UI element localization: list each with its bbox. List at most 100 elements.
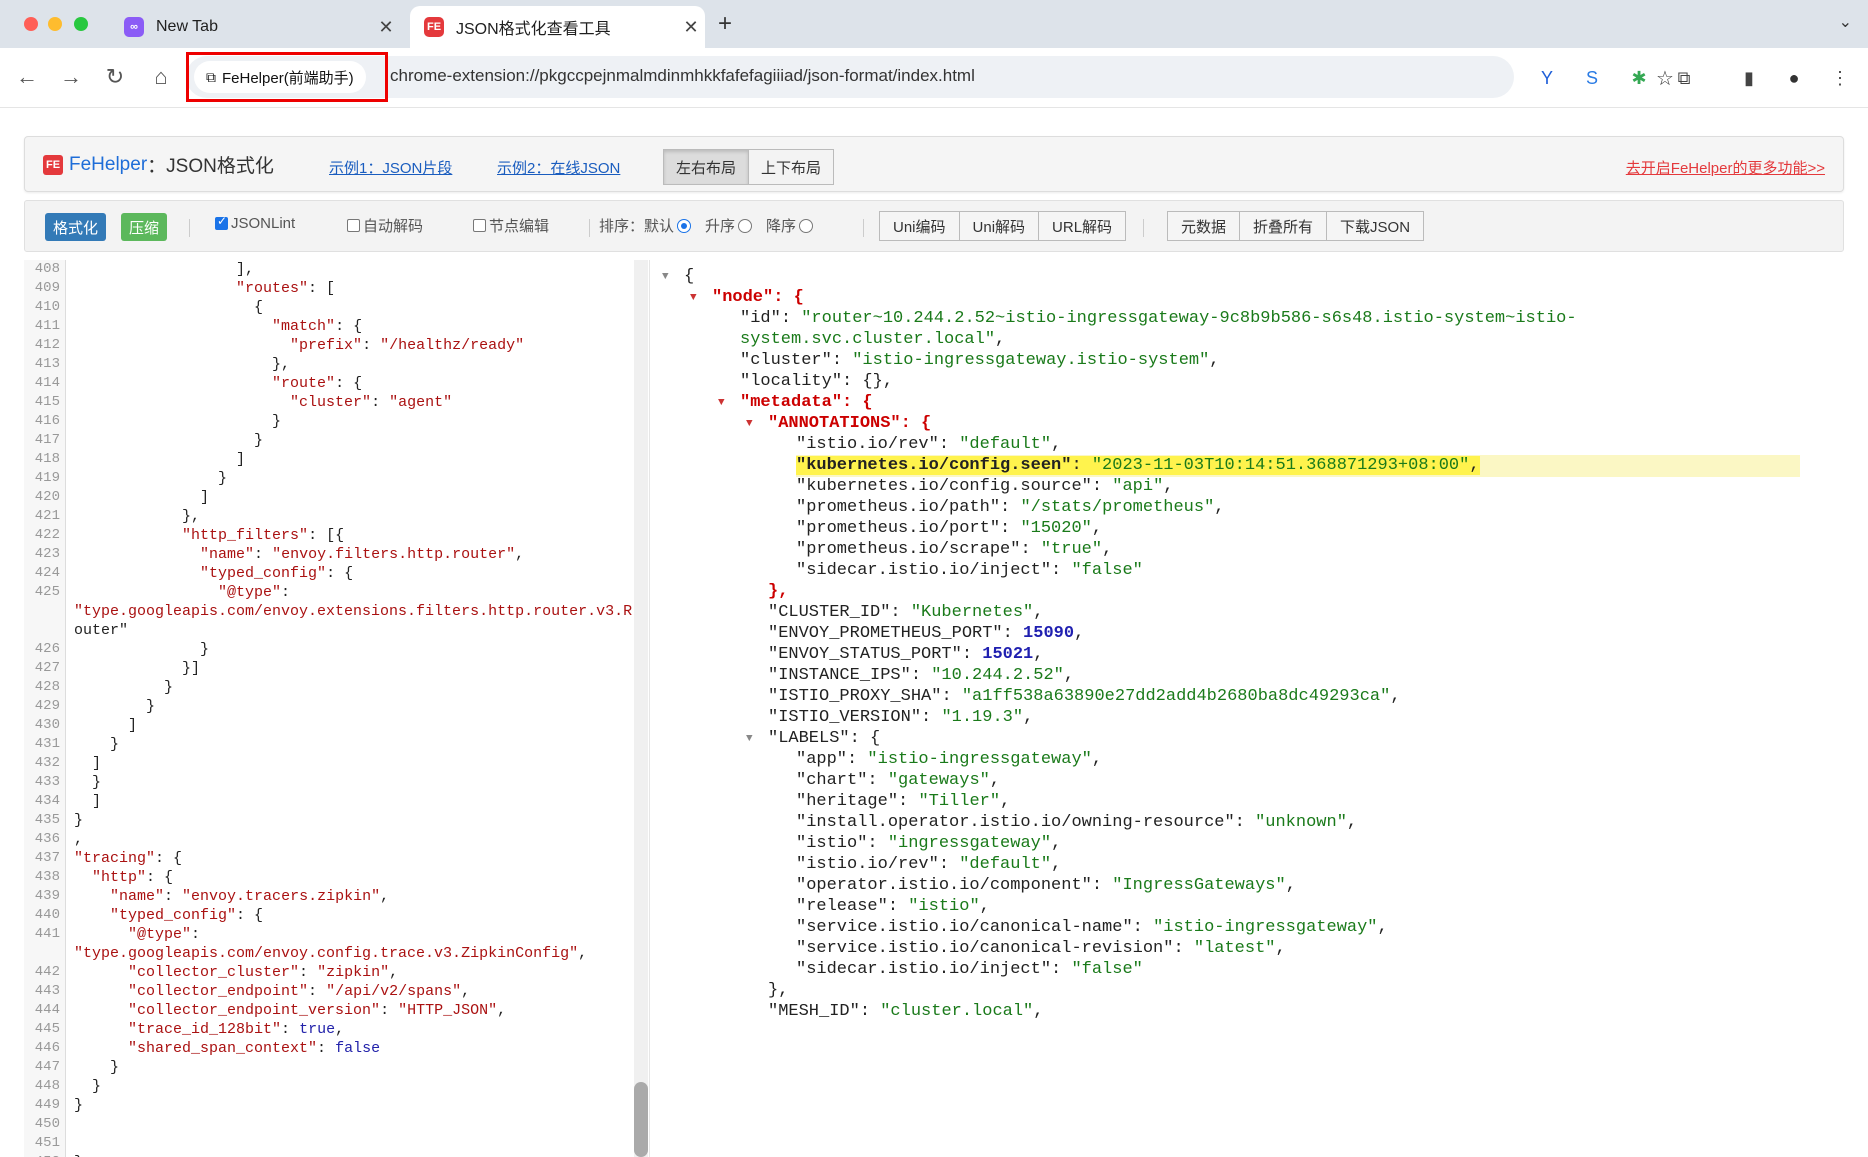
tree-line[interactable]: "release": "istio", — [796, 896, 990, 918]
sort-desc-radio[interactable] — [799, 218, 814, 233]
auto-decode-checkbox[interactable]: 自动解码 — [347, 215, 423, 236]
tree-line[interactable]: "id": "router~10.244.2.52~istio-ingressg… — [740, 308, 1577, 330]
minimize-window-button[interactable] — [48, 17, 62, 31]
tab-new-tab[interactable]: ∞ New Tab ✕ — [110, 6, 400, 48]
tree-line[interactable]: "ISTIO_VERSION": "1.19.3", — [768, 707, 1033, 729]
tree-line[interactable]: "ENVOY_PROMETHEUS_PORT": 15090, — [768, 623, 1084, 645]
tree-line[interactable]: "istio.io/rev": "default", — [796, 434, 1061, 456]
tree-line[interactable]: system.svc.cluster.local", — [740, 329, 1005, 351]
example-online-json-link[interactable]: 示例2：在线JSON — [497, 157, 620, 178]
tree-line[interactable]: }, — [768, 581, 788, 603]
address-bar[interactable]: ⧉ FeHelper(前端助手) chrome-extension://pkgc… — [186, 56, 1674, 98]
close-tab-icon[interactable]: ✕ — [677, 17, 705, 38]
tab-search-chevron-icon[interactable]: ⌄ — [1839, 12, 1852, 32]
layout-top-bottom-button[interactable]: 上下布局 — [749, 149, 835, 185]
code-text: "tracing": { — [74, 850, 183, 867]
tree-line[interactable]: "MESH_ID": "cluster.local", — [768, 1001, 1043, 1023]
tree-line[interactable]: "INSTANCE_IPS": "10.244.2.52", — [768, 665, 1074, 687]
tree-line[interactable]: "node": { — [712, 287, 804, 309]
tree-line[interactable]: "app": "istio-ingressgateway", — [796, 749, 1102, 771]
more-features-link[interactable]: 去开启FeHelper的更多功能>> — [1626, 157, 1825, 178]
tree-line[interactable]: "locality": {}, — [740, 371, 893, 393]
download-json-button[interactable]: 下载JSON — [1327, 211, 1425, 241]
json-string-value: "gateways" — [887, 771, 990, 790]
node-edit-checkbox[interactable]: 节点编辑 — [473, 215, 549, 236]
tree-line-highlighted[interactable]: "kubernetes.io/config.seen": "2023-11-03… — [796, 455, 1800, 477]
layout-left-right-button[interactable]: 左右布局 — [663, 149, 750, 185]
tree-line[interactable]: "CLUSTER_ID": "Kubernetes", — [768, 602, 1043, 624]
json-string-value: "istio-ingressgateway" — [867, 750, 1092, 769]
json-key: "chart" — [796, 771, 868, 790]
compress-button[interactable]: 压缩 — [121, 213, 168, 241]
tree-line[interactable]: "operator.istio.io/component": "IngressG… — [796, 875, 1296, 897]
vpn-extension-icon[interactable]: Y — [1535, 66, 1559, 90]
tree-line[interactable]: "prometheus.io/path": "/stats/prometheus… — [796, 497, 1225, 519]
close-window-button[interactable] — [24, 17, 38, 31]
url-decode-button[interactable]: URL解码 — [1039, 211, 1127, 241]
url-text[interactable]: chrome-extension://pkgccpejnmalmdinmhkkf… — [390, 66, 975, 86]
side-panel-icon[interactable]: ▮ — [1737, 66, 1761, 90]
menu-kebab-icon[interactable]: ⋮ — [1828, 66, 1852, 90]
tree-line[interactable]: "cluster": "istio-ingressgateway.istio-s… — [740, 350, 1220, 372]
format-button[interactable]: 格式化 — [45, 213, 107, 241]
code-text: } — [74, 812, 84, 829]
tree-line[interactable]: "install.operator.istio.io/owning-resour… — [796, 812, 1357, 834]
collapse-toggle-icon[interactable]: ▼ — [746, 733, 753, 745]
tree-line[interactable]: "chart": "gateways", — [796, 770, 1000, 792]
tree-line[interactable]: "prometheus.io/scrape": "true", — [796, 539, 1112, 561]
tree-line[interactable]: "heritage": "Tiller", — [796, 791, 1010, 813]
tree-line[interactable]: "LABELS": { — [768, 728, 880, 750]
editor-scrollbar-track[interactable] — [634, 260, 648, 1157]
new-tab-plus-icon[interactable]: + — [718, 10, 732, 38]
extension-chip[interactable]: ⧉ FeHelper(前端助手) — [194, 61, 366, 93]
checkbox-unchecked-icon — [473, 219, 486, 232]
collapse-toggle-icon[interactable]: ▼ — [718, 397, 725, 409]
tree-line[interactable]: "ENVOY_STATUS_PORT": 15021, — [768, 644, 1043, 666]
color-extension-icon[interactable]: ✱ — [1627, 66, 1651, 90]
sort-asc-radio[interactable] — [738, 218, 753, 233]
collapse-toggle-icon[interactable]: ▼ — [690, 292, 697, 304]
tree-line[interactable]: { — [684, 266, 694, 288]
json-string-value: "router~10.244.2.52~istio-ingressgateway… — [801, 309, 1577, 328]
tree-line[interactable]: "prometheus.io/port": "15020", — [796, 518, 1102, 540]
collapse-toggle-icon[interactable]: ▼ — [746, 418, 753, 430]
tab-json-format[interactable]: FE JSON格式化查看工具 ✕ — [410, 6, 705, 48]
metadata-button[interactable]: 元数据 — [1167, 211, 1241, 241]
close-tab-icon[interactable]: ✕ — [372, 17, 400, 38]
fold-all-button[interactable]: 折叠所有 — [1240, 211, 1328, 241]
reload-icon[interactable]: ↻ — [100, 64, 130, 90]
code-text: "name": "envoy.filters.http.router", — [200, 546, 525, 563]
code-text: "routes": [ — [236, 280, 336, 297]
maximize-window-button[interactable] — [74, 17, 88, 31]
tree-line[interactable]: "ANNOTATIONS": { — [768, 413, 931, 435]
extensions-puzzle-icon[interactable]: ⧉ — [1672, 66, 1696, 90]
tree-line[interactable]: "istio.io/rev": "default", — [796, 854, 1061, 876]
jsonlint-label: JSONLint — [231, 215, 296, 232]
line-number: 427 — [34, 660, 60, 676]
profile-avatar[interactable]: ● — [1782, 66, 1806, 90]
unicode-decode-button[interactable]: Uni解码 — [959, 211, 1040, 241]
tree-line[interactable]: "sidecar.istio.io/inject": "false" — [796, 959, 1143, 981]
example-json-snippet-link[interactable]: 示例1：JSON片段 — [329, 157, 452, 178]
collapse-toggle-icon[interactable]: ▼ — [662, 271, 669, 283]
tree-line[interactable]: "kubernetes.io/config.source": "api", — [796, 476, 1173, 498]
back-arrow-icon[interactable]: ← — [12, 64, 42, 90]
json-source-editor[interactable]: 408 ], 409 "routes": [410 {411 "match": {… — [24, 260, 650, 1157]
tree-line[interactable]: }, — [768, 980, 788, 1002]
s-extension-icon[interactable]: S — [1580, 66, 1604, 90]
line-number: 411 — [34, 318, 60, 334]
unicode-encode-button[interactable]: Uni编码 — [879, 211, 960, 241]
editor-scrollbar-thumb[interactable] — [634, 1082, 648, 1157]
line-number: 428 — [34, 679, 60, 695]
jsonlint-checkbox[interactable]: JSONLint — [215, 214, 296, 232]
sort-default-radio[interactable] — [677, 218, 692, 233]
tree-line[interactable]: "service.istio.io/canonical-name": "isti… — [796, 917, 1388, 939]
tree-line[interactable]: "sidecar.istio.io/inject": "false" — [796, 560, 1143, 582]
forward-arrow-icon[interactable]: → — [56, 64, 86, 90]
tree-line[interactable]: "istio": "ingressgateway", — [796, 833, 1061, 855]
code-line: 417 } — [24, 431, 644, 450]
home-icon[interactable]: ⌂ — [146, 64, 176, 90]
tree-line[interactable]: "service.istio.io/canonical-revision": "… — [796, 938, 1286, 960]
tree-line[interactable]: "metadata": { — [740, 392, 873, 414]
tree-line[interactable]: "ISTIO_PROXY_SHA": "a1ff538a63890e27dd2a… — [768, 686, 1401, 708]
